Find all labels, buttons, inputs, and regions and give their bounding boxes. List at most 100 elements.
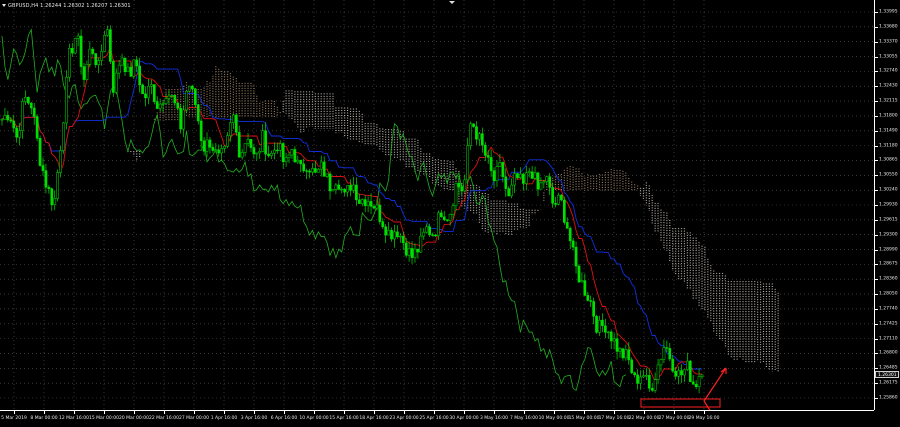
price-tick-label: 1.30550 — [879, 172, 898, 178]
candle-body — [451, 205, 455, 215]
time-tick-mark — [644, 411, 645, 414]
price-tick-mark — [875, 205, 878, 206]
symbol-ohlc-text: GBPUSD,H4 1.26244 1.26302 1.26207 1.2630… — [8, 3, 131, 9]
candle-body — [642, 375, 645, 378]
candle-body — [530, 171, 534, 179]
candle-body — [674, 370, 677, 377]
candle-body — [357, 199, 361, 204]
candle-body — [117, 64, 121, 74]
time-tick-mark — [374, 411, 375, 414]
candle-body — [191, 85, 194, 90]
candle-body — [507, 188, 511, 197]
candle-body — [35, 116, 39, 139]
candle-body — [9, 119, 13, 122]
time-tick-label: 18 Apr 16:00 — [359, 416, 389, 421]
candle-body — [504, 176, 508, 189]
candle-body — [334, 184, 338, 190]
candle-body — [273, 149, 276, 154]
candle-body — [519, 173, 522, 179]
candle-body — [179, 107, 183, 130]
candle-body — [220, 148, 224, 154]
price-chart[interactable] — [0, 0, 874, 410]
candle-body — [653, 379, 657, 391]
price-tick-mark — [875, 41, 878, 43]
time-axis[interactable]: 5 Mar 2019 8 Mar 00:00 12 Mar 16:00 15 Mar … — [0, 410, 874, 427]
time-tick-label: 29 May 16:00 — [688, 416, 720, 421]
candle-body — [627, 349, 631, 361]
candle-body — [152, 84, 156, 102]
candle-body — [340, 188, 344, 191]
candle-body — [375, 204, 379, 209]
candle-body — [571, 240, 575, 248]
candle-body — [328, 173, 332, 192]
candle-body — [671, 358, 675, 372]
candle-body — [85, 64, 89, 80]
time-tick-label: 5 Mar 2019 — [1, 416, 27, 421]
candle-body — [232, 114, 235, 123]
candle-body — [562, 199, 566, 223]
price-tick-label: 1.33680 — [879, 24, 898, 30]
price-tick-label: 1.26175 — [879, 380, 898, 386]
time-tick-mark — [614, 411, 615, 414]
candle-body — [311, 168, 314, 173]
chart-window[interactable]: GBPUSD,H4 1.26244 1.26302 1.26207 1.2630… — [0, 0, 900, 427]
price-tick-mark — [875, 234, 878, 236]
plot-area[interactable] — [0, 0, 874, 410]
candle-body — [469, 123, 472, 146]
candle-body — [155, 101, 159, 109]
candle-body — [445, 219, 449, 221]
time-tick-mark — [554, 411, 555, 414]
price-tick-label: 1.29615 — [879, 217, 898, 223]
time-tick-mark — [344, 411, 345, 414]
chart-shift-icon[interactable] — [449, 1, 455, 4]
candle-body — [650, 388, 654, 391]
time-tick-mark — [14, 411, 15, 414]
candle-body — [24, 97, 27, 102]
candle-body — [349, 185, 352, 191]
candle-body — [150, 84, 153, 87]
candle-body — [237, 132, 241, 158]
candle-body — [633, 372, 636, 376]
time-tick-label: 10 Apr 00:00 — [299, 416, 329, 421]
candle-body — [120, 57, 124, 66]
candle-body — [141, 84, 144, 95]
time-tick-mark — [404, 411, 405, 414]
candle-body — [683, 369, 686, 376]
price-tick-label: 1.29300 — [879, 232, 898, 238]
time-tick-label: 25 Apr 16:00 — [419, 416, 449, 421]
price-tick-mark — [875, 145, 878, 147]
time-tick-label: 17 May 16:00 — [598, 416, 630, 421]
candle-body — [560, 194, 563, 201]
price-tick-label: 1.27740 — [879, 306, 898, 312]
price-tick-label: 1.31180 — [879, 143, 898, 149]
candle-body — [255, 152, 259, 155]
support-rectangle — [640, 398, 721, 408]
candle-body — [630, 359, 634, 373]
candle-body — [188, 85, 191, 92]
candle-body — [196, 104, 200, 122]
candle-body — [170, 95, 174, 97]
candle-body — [316, 168, 320, 173]
candle-body — [393, 231, 396, 240]
candle-body — [246, 139, 250, 144]
candle-body — [144, 93, 147, 99]
candle-body — [410, 248, 414, 258]
arrow-down-line — [703, 400, 711, 410]
candle-body — [100, 51, 103, 61]
candle-body — [437, 212, 440, 236]
candle-body — [129, 66, 133, 77]
candle-body — [270, 153, 273, 156]
price-axis[interactable]: 1.33995 1.33680 1.33370 1.33055 1.32740 1.324… — [874, 0, 900, 410]
time-tick-mark — [524, 411, 525, 414]
time-tick-label: 10 May 00:00 — [538, 416, 570, 421]
price-tick-mark — [875, 26, 878, 28]
candle-body — [381, 221, 385, 228]
candle-body — [387, 230, 390, 236]
time-tick-mark — [434, 411, 435, 414]
candle-body — [47, 186, 51, 189]
candle-body — [422, 231, 426, 237]
candle-body — [252, 147, 256, 155]
candle-body — [533, 172, 537, 179]
candle-body — [466, 145, 470, 181]
candle-body — [76, 35, 80, 39]
